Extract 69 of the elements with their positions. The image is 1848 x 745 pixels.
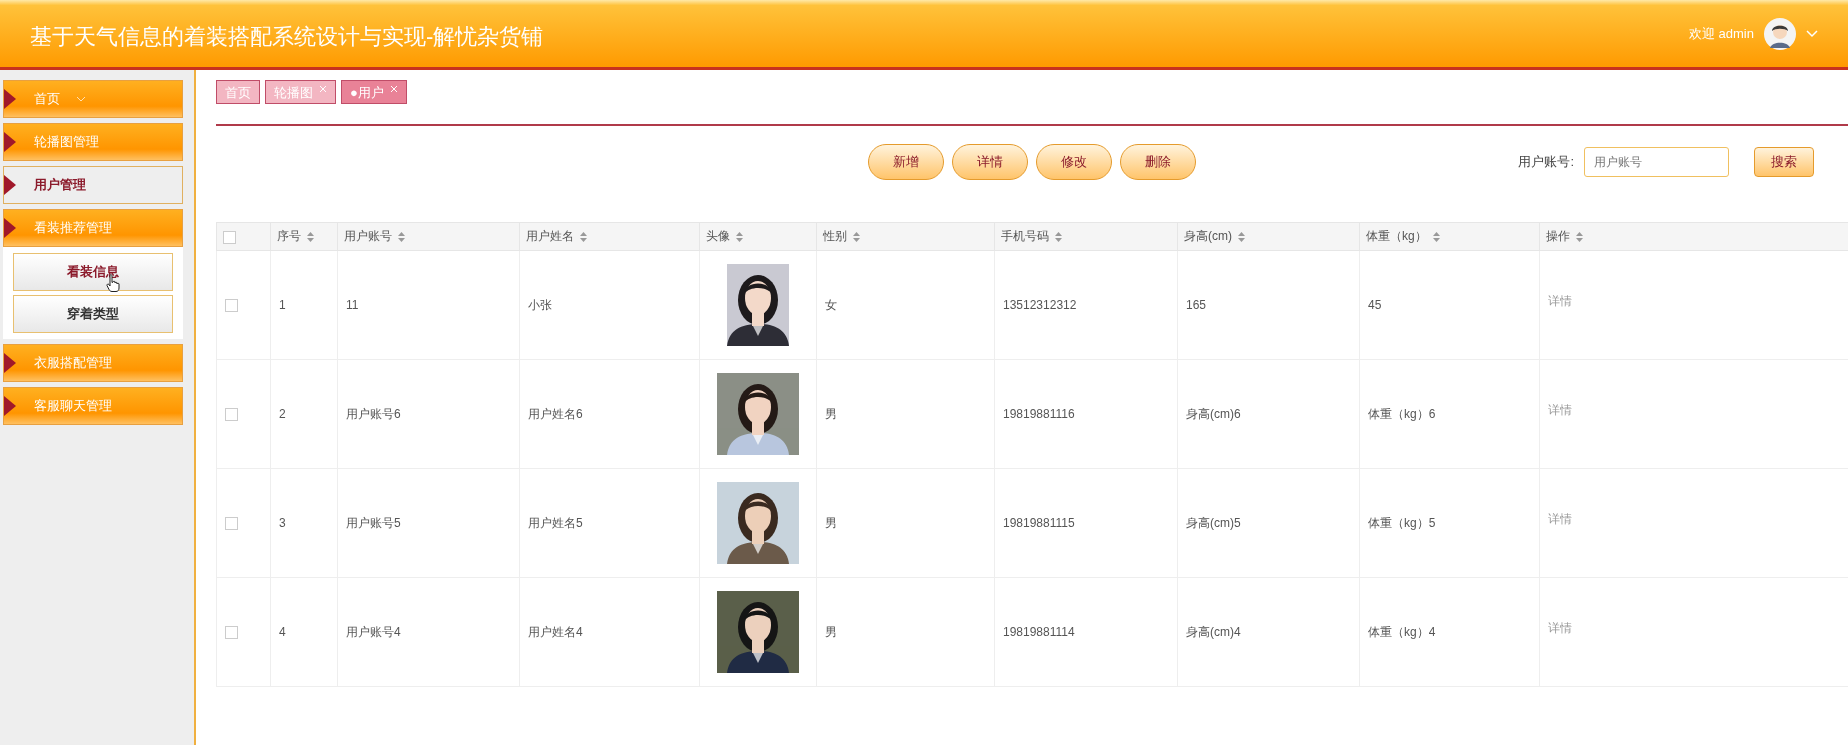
checkbox[interactable] xyxy=(225,517,238,531)
search-button[interactable]: 搜索 xyxy=(1754,147,1814,177)
column-header[interactable]: 体重（kg） xyxy=(1366,229,1427,243)
table-cell: 用户账号6 xyxy=(346,406,401,421)
table-cell: 4 xyxy=(279,625,286,639)
caret-icon[interactable] xyxy=(1806,29,1818,38)
table-cell: 用户账号4 xyxy=(346,624,401,639)
tab-label: 首页 xyxy=(225,84,251,102)
sort-icon[interactable] xyxy=(398,231,405,242)
table-cell: 165 xyxy=(1186,298,1207,312)
column-header[interactable]: 头像 xyxy=(706,229,730,243)
table-cell: 女 xyxy=(825,297,837,312)
table-cell: 11 xyxy=(346,298,359,312)
table-cell: 19819881115 xyxy=(1003,516,1075,530)
column-header[interactable]: 序号 xyxy=(277,229,301,243)
sort-icon[interactable] xyxy=(1432,231,1440,242)
table-cell: 体重（kg）6 xyxy=(1368,406,1436,421)
table-cell: 用户姓名5 xyxy=(528,515,583,530)
table-cell: 男 xyxy=(825,515,837,530)
table-cell: 用户账号5 xyxy=(346,515,401,530)
sort-icon[interactable] xyxy=(1238,231,1245,242)
table-cell: 1 xyxy=(279,298,286,312)
welcome-text: 欢迎 admin xyxy=(1688,24,1754,43)
toolbar-button[interactable]: 新增 xyxy=(868,144,944,180)
tab-label: ●用户 xyxy=(350,84,384,102)
table-cell: 13512312312 xyxy=(1003,298,1077,312)
search-field[interactable]: 用户账号 xyxy=(1584,147,1729,177)
sort-icon[interactable] xyxy=(1055,231,1062,242)
sort-icon[interactable] xyxy=(853,231,860,242)
table-cell: 用户姓名6 xyxy=(528,406,583,421)
submenu-item[interactable]: 穿着类型 xyxy=(13,295,173,333)
sidebar-item[interactable]: 用户管理 xyxy=(3,166,183,204)
sort-icon[interactable] xyxy=(1576,231,1583,242)
table-cell: 3 xyxy=(279,516,286,530)
chevron-icon xyxy=(76,96,86,102)
checkbox[interactable] xyxy=(225,299,238,313)
column-header[interactable]: 用户姓名 xyxy=(526,229,574,243)
sort-icon[interactable] xyxy=(307,231,314,242)
table-cell: 身高(cm)4 xyxy=(1186,624,1241,639)
table-cell: 2 xyxy=(279,407,286,421)
checkbox[interactable] xyxy=(225,626,238,640)
table-cell: 小张 xyxy=(528,297,552,312)
column-header[interactable]: 身高(cm) xyxy=(1184,229,1232,243)
column-header[interactable]: 用户账号 xyxy=(344,229,392,243)
column-header[interactable]: 手机号码 xyxy=(1001,229,1049,243)
app-title: 基于天气信息的着装搭配系统设计与实现-解忧杂货铺 xyxy=(30,22,544,51)
table-cell: 19819881114 xyxy=(1003,625,1075,639)
toolbar-button[interactable]: 修改 xyxy=(1036,144,1112,180)
checkbox[interactable] xyxy=(225,408,238,422)
table-cell: 19819881116 xyxy=(1003,407,1075,421)
toolbar-button[interactable]: 删除 xyxy=(1120,144,1196,180)
column-header[interactable]: 操作 xyxy=(1546,229,1570,243)
submenu-item[interactable]: 看装信息 xyxy=(13,253,173,291)
column-header[interactable]: 性别 xyxy=(823,229,847,243)
tab-label: 轮播图 xyxy=(274,84,313,102)
table-cell: 身高(cm)5 xyxy=(1186,515,1241,530)
table-cell: 用户姓名4 xyxy=(528,624,583,639)
search-label: 用户账号: xyxy=(1518,153,1574,171)
table-cell: 45 xyxy=(1368,298,1382,312)
table-cell: 男 xyxy=(825,406,837,421)
toolbar-button[interactable]: 详情 xyxy=(952,144,1028,180)
sort-icon[interactable] xyxy=(580,231,587,242)
table-cell: 男 xyxy=(825,624,837,639)
checkbox[interactable] xyxy=(223,230,236,244)
table-cell: 身高(cm)6 xyxy=(1186,406,1241,421)
avatar-icon[interactable] xyxy=(1764,17,1796,50)
table-cell: 体重（kg）5 xyxy=(1368,515,1436,530)
table-cell: 体重（kg）4 xyxy=(1368,624,1436,639)
sort-icon[interactable] xyxy=(736,231,743,242)
